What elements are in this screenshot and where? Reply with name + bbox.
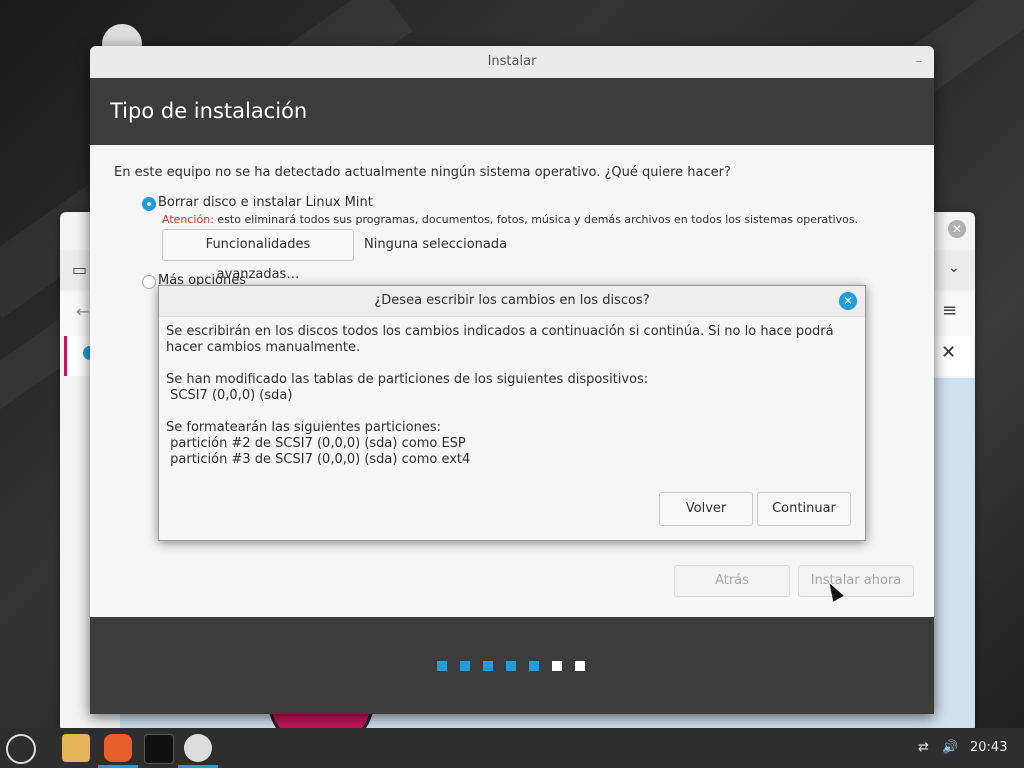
progress-dot [437, 661, 447, 671]
back-arrow-icon[interactable]: ← [76, 302, 89, 321]
installer-titlebar: Instalar – [90, 46, 934, 78]
browser-close-button[interactable]: ✕ [948, 220, 966, 238]
taskbar: ⇄ 🔊 20:43 [0, 728, 1024, 768]
dialog-paragraph: Se han modificado las tablas de particio… [166, 372, 649, 387]
volume-icon[interactable]: 🔊 [942, 728, 958, 768]
back-button[interactable]: Atrás [674, 565, 790, 597]
install-question: En este equipo no se ha detectado actual… [114, 165, 731, 180]
erase-disk-radio[interactable] [142, 197, 156, 211]
dialog-message: Se escribirán en los discos todos los ca… [166, 324, 861, 468]
progress-dot [529, 661, 539, 671]
device-item: SCSI7 (0,0,0) (sda) [166, 388, 293, 403]
go-back-button[interactable]: Volver [659, 492, 753, 526]
dialog-title: ¿Desea escribir los cambios en los disco… [159, 286, 865, 317]
hamburger-menu-icon[interactable]: ≡ [942, 300, 957, 321]
erase-disk-label[interactable]: Borrar disco e instalar Linux Mint [158, 195, 373, 210]
install-now-button[interactable]: Instalar ahora [798, 565, 914, 597]
terminal-icon[interactable] [144, 734, 174, 764]
dialog-paragraph: Se formatearán las siguientes particione… [166, 420, 441, 435]
continue-button[interactable]: Continuar [757, 492, 851, 526]
more-options-radio[interactable] [142, 275, 156, 289]
progress-dot [552, 661, 562, 671]
window-title: Instalar [487, 54, 537, 69]
advanced-features-button[interactable]: Funcionalidades avanzadas… [162, 229, 354, 282]
dialog-paragraph: Se escribirán en los discos todos los ca… [166, 324, 834, 355]
warning-label: Atención: [162, 213, 214, 226]
write-changes-dialog: ¿Desea escribir los cambios en los disco… [158, 285, 866, 541]
progress-dot [483, 661, 493, 671]
files-icon[interactable] [62, 734, 90, 762]
partition-item: partición #2 de SCSI7 (0,0,0) (sda) como… [166, 436, 466, 451]
close-icon[interactable]: ✕ [941, 342, 956, 363]
progress-dot [460, 661, 470, 671]
clock[interactable]: 20:43 [970, 728, 1007, 768]
disc-installer-icon[interactable] [184, 734, 212, 762]
close-icon[interactable]: ✕ [839, 292, 857, 310]
partition-item: partición #3 de SCSI7 (0,0,0) (sda) como… [166, 452, 471, 467]
installer-footer [90, 617, 934, 714]
advanced-status: Ninguna seleccionada [364, 237, 508, 252]
tab-list-icon[interactable]: ▭ [72, 260, 87, 279]
mint-menu-icon[interactable] [6, 734, 36, 764]
warning-text: esto eliminará todos sus programas, docu… [213, 213, 859, 226]
firefox-icon[interactable] [104, 734, 132, 762]
erase-warning: Atención: esto eliminará todos sus progr… [162, 213, 858, 226]
progress-dot [506, 661, 516, 671]
minimize-button[interactable]: – [916, 46, 923, 78]
network-icon[interactable]: ⇄ [918, 728, 929, 768]
progress-dot [575, 661, 585, 671]
page-title: Tipo de instalación [90, 78, 934, 145]
chevron-down-icon[interactable]: ⌄ [948, 260, 960, 276]
dialog-title-text: ¿Desea escribir los cambios en los disco… [374, 293, 650, 308]
